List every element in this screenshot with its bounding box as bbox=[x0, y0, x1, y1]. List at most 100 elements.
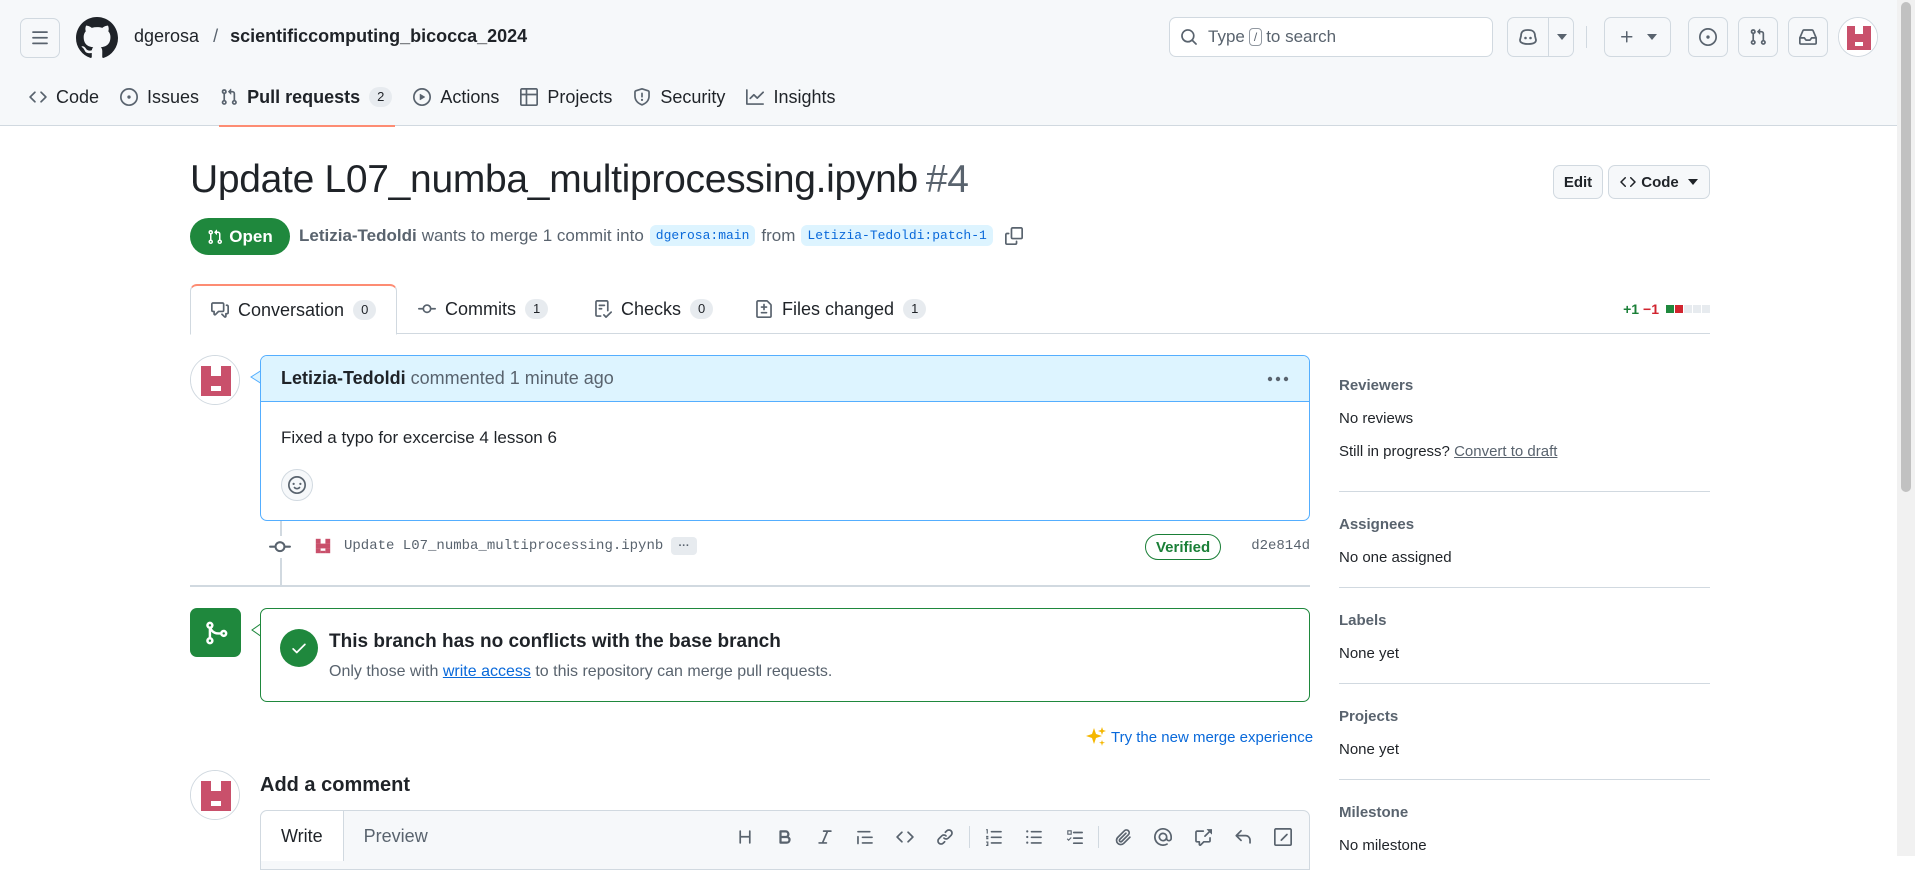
commit-sha-link[interactable]: d2e814d bbox=[1251, 538, 1310, 554]
code-format-button[interactable] bbox=[885, 824, 925, 850]
tab-insights-label: Insights bbox=[773, 86, 836, 107]
reviewers-heading[interactable]: Reviewers bbox=[1339, 377, 1413, 394]
tab-security[interactable]: Security bbox=[624, 74, 736, 126]
base-branch-link[interactable]: dgerosa:main bbox=[649, 225, 756, 246]
head-branch-link[interactable]: Letizia-Tedoldi:patch-1 bbox=[801, 225, 993, 246]
ordered-list-button[interactable] bbox=[974, 824, 1014, 850]
pr-from-text: from bbox=[761, 225, 796, 245]
comment-action: commented bbox=[410, 368, 505, 388]
list-unordered-icon bbox=[1026, 830, 1042, 844]
your-issues-button[interactable] bbox=[1688, 17, 1728, 57]
copilot-dropdown-button[interactable] bbox=[1549, 18, 1574, 56]
task-list-button[interactable] bbox=[1054, 824, 1094, 850]
plus-icon bbox=[1620, 31, 1632, 43]
markdown-toolbar bbox=[725, 824, 1303, 850]
comment-options-button[interactable] bbox=[1263, 366, 1293, 392]
github-logo-icon[interactable] bbox=[76, 17, 118, 59]
triangle-down-icon bbox=[1687, 179, 1698, 185]
add-comment-heading: Add a comment bbox=[260, 774, 411, 796]
link-button[interactable] bbox=[925, 824, 965, 850]
search-placeholder-suffix: to search bbox=[1266, 27, 1337, 46]
try-new-merge-link[interactable]: Try the new merge experience bbox=[1085, 726, 1313, 748]
commit-expand-button[interactable]: ··· bbox=[671, 537, 697, 555]
merge-status-box: This branch has no conflicts with the ba… bbox=[260, 608, 1310, 702]
tab-write[interactable]: Write bbox=[261, 811, 344, 861]
italic-button[interactable] bbox=[805, 824, 845, 850]
milestone-heading[interactable]: Milestone bbox=[1339, 804, 1408, 821]
search-icon bbox=[1181, 29, 1197, 45]
pr-tabs: Conversation 0 Commits 1 Checks 0 Files … bbox=[190, 284, 1710, 335]
slash-commands-button[interactable] bbox=[1263, 824, 1303, 850]
copy-icon[interactable] bbox=[1004, 226, 1023, 245]
search-input[interactable]: Type / to search bbox=[1169, 17, 1493, 57]
merge-sub-after: to this repository can merge pull reques… bbox=[535, 663, 833, 680]
breadcrumb-separator: / bbox=[213, 26, 219, 46]
tab-actions[interactable]: Actions bbox=[404, 74, 510, 126]
create-new-button[interactable] bbox=[1604, 17, 1671, 57]
heading-button[interactable] bbox=[725, 824, 765, 850]
timeline-break bbox=[190, 585, 1310, 587]
checklist-icon bbox=[594, 300, 612, 318]
tab-preview[interactable]: Preview bbox=[344, 811, 448, 861]
convert-to-draft-link[interactable]: Convert to draft bbox=[1454, 443, 1557, 460]
diffstat[interactable]: +1 −1 bbox=[1623, 301, 1710, 317]
reference-button[interactable] bbox=[1183, 824, 1223, 850]
hamburger-menu-button[interactable] bbox=[20, 18, 60, 58]
tab-insights[interactable]: Insights bbox=[737, 74, 846, 126]
pr-author-link[interactable]: Letizia-Tedoldi bbox=[299, 226, 417, 246]
attach-file-button[interactable] bbox=[1103, 824, 1143, 850]
timeline-commit-item: Update L07_numba_multiprocessing.ipynb ·… bbox=[260, 533, 1310, 561]
tab-issues[interactable]: Issues bbox=[111, 74, 210, 126]
your-pull-requests-button[interactable] bbox=[1738, 17, 1778, 57]
bold-button[interactable] bbox=[765, 824, 805, 850]
assignees-heading[interactable]: Assignees bbox=[1339, 516, 1414, 533]
current-user-avatar[interactable] bbox=[190, 770, 240, 820]
code-icon bbox=[29, 88, 47, 106]
repo-owner-link[interactable]: dgerosa bbox=[134, 26, 199, 46]
comment-author-link[interactable]: Letizia-Tedoldi bbox=[281, 368, 406, 389]
mention-button[interactable] bbox=[1143, 824, 1183, 850]
tab-projects[interactable]: Projects bbox=[511, 74, 623, 126]
tab-issues-label: Issues bbox=[147, 86, 200, 107]
comment-author-avatar[interactable] bbox=[190, 355, 240, 405]
commit-author-avatar[interactable] bbox=[311, 534, 335, 558]
quote-button[interactable] bbox=[845, 824, 885, 850]
projects-heading[interactable]: Projects bbox=[1339, 708, 1398, 725]
tab-commits[interactable]: Commits 1 bbox=[418, 284, 549, 334]
merge-sub-before: Only those with bbox=[329, 663, 439, 680]
search-placeholder-prefix: Type bbox=[1208, 27, 1245, 46]
repo-name-link[interactable]: scientificcomputing_bicocca_2024 bbox=[230, 26, 527, 46]
tab-checks[interactable]: Checks 0 bbox=[594, 284, 714, 334]
check-icon bbox=[280, 629, 318, 667]
tasklist-icon bbox=[1066, 830, 1083, 845]
pr-number: #4 bbox=[925, 158, 969, 201]
pull-requests-count-badge: 2 bbox=[369, 87, 393, 107]
pr-meta-text: wants to merge 1 commit into bbox=[421, 225, 644, 245]
comment-discussion-icon bbox=[211, 301, 229, 319]
files-changed-count-badge: 1 bbox=[903, 299, 927, 319]
labels-heading[interactable]: Labels bbox=[1339, 612, 1387, 629]
edit-title-button[interactable]: Edit bbox=[1553, 165, 1603, 199]
tab-files-changed[interactable]: Files changed 1 bbox=[755, 284, 927, 334]
triangle-down-icon bbox=[1556, 34, 1567, 40]
comment-timestamp[interactable]: 1 minute ago bbox=[510, 368, 614, 389]
write-access-link[interactable]: write access bbox=[443, 663, 531, 680]
commit-message-link[interactable]: Update L07_numba_multiprocessing.ipynb bbox=[344, 538, 663, 554]
tab-code[interactable]: Code bbox=[20, 74, 110, 126]
inbox-button[interactable] bbox=[1788, 17, 1828, 57]
hamburger-icon bbox=[32, 31, 48, 45]
global-header: dgerosa / scientificcomputing_bicocca_2024… bbox=[0, 0, 1897, 127]
scrollbar-thumb[interactable] bbox=[1901, 2, 1911, 492]
add-reaction-button[interactable] bbox=[281, 469, 313, 501]
merge-status-title: This branch has no conflicts with the ba… bbox=[329, 631, 781, 652]
code-dropdown-button[interactable]: Code bbox=[1608, 165, 1710, 199]
saved-replies-button[interactable] bbox=[1223, 824, 1263, 850]
tab-conversation[interactable]: Conversation 0 bbox=[190, 284, 398, 335]
milestone-value: No milestone bbox=[1339, 837, 1427, 854]
copilot-button[interactable] bbox=[1508, 18, 1548, 56]
tab-pull-requests[interactable]: Pull requests 2 bbox=[211, 74, 403, 127]
unordered-list-button[interactable] bbox=[1014, 824, 1054, 850]
tab-actions-label: Actions bbox=[440, 86, 500, 107]
verified-badge[interactable]: Verified bbox=[1145, 534, 1222, 560]
user-avatar-menu[interactable] bbox=[1838, 17, 1878, 57]
